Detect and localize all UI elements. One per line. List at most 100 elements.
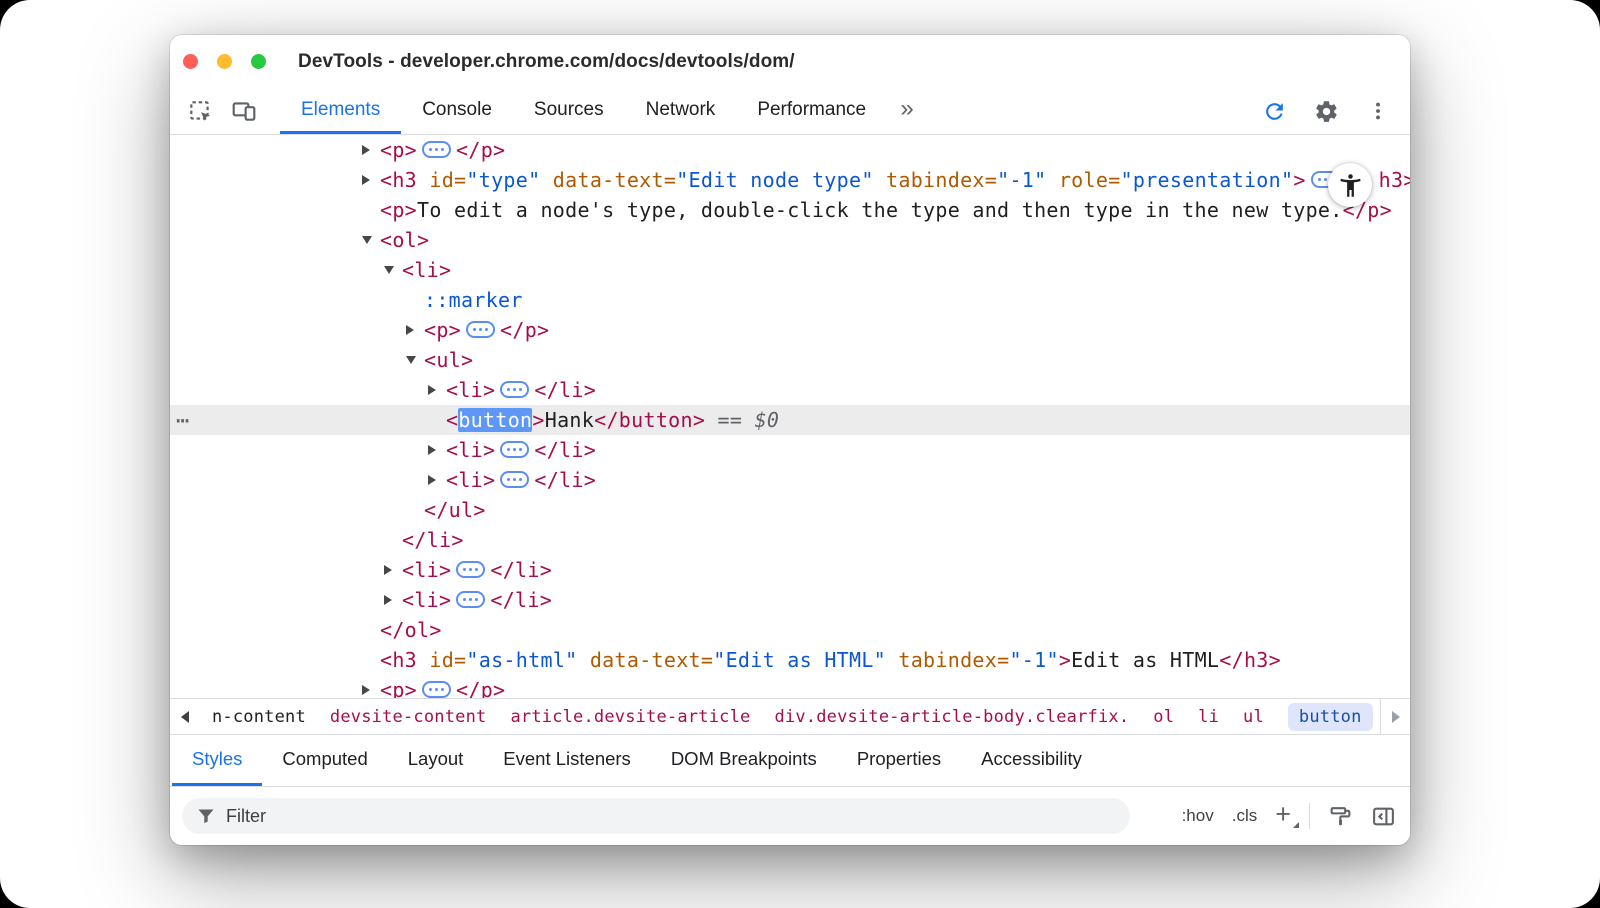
dom-node-row[interactable]: <li> xyxy=(170,255,1410,285)
inline-expand-button[interactable] xyxy=(422,681,451,698)
dom-node-row[interactable]: <li></li> xyxy=(170,435,1410,465)
settings-button[interactable] xyxy=(1304,99,1348,124)
tab-console[interactable]: Console xyxy=(401,88,513,134)
zoom-window-button[interactable] xyxy=(251,54,266,69)
breadcrumb-item-devsite-content[interactable]: devsite-content xyxy=(330,707,487,727)
disclosure-expanded-icon[interactable] xyxy=(362,225,380,255)
breadcrumb-item-div-devsite-article-body-clearfix[interactable]: div.devsite-article-body.clearfix. xyxy=(774,707,1129,727)
inline-expand-button[interactable] xyxy=(456,591,485,608)
traffic-lights xyxy=(170,54,266,69)
disclosure-collapsed-icon[interactable] xyxy=(428,435,446,465)
sidebar-tab-styles[interactable]: Styles xyxy=(172,735,262,786)
disclosure-expanded-icon[interactable] xyxy=(406,345,424,375)
breadcrumb-item-ul[interactable]: ul xyxy=(1243,707,1264,727)
code-token: "type" xyxy=(466,168,540,192)
new-style-rule-button[interactable]: + xyxy=(1275,801,1291,832)
code-token: <p> xyxy=(380,678,417,698)
toggle-element-state-button[interactable]: :hov xyxy=(1182,806,1214,826)
filter-input[interactable]: Filter xyxy=(182,798,1130,834)
tab-network[interactable]: Network xyxy=(625,88,737,134)
dom-node-row[interactable]: <li></li> xyxy=(170,585,1410,615)
dom-node-row[interactable]: <p></p> xyxy=(170,315,1410,345)
tab-performance[interactable]: Performance xyxy=(736,88,887,134)
code-token: </li> xyxy=(534,468,596,492)
sidebar-tab-event-listeners[interactable]: Event Listeners xyxy=(483,735,651,786)
ellipsis-dot xyxy=(473,328,476,331)
toggle-sidebar-button[interactable] xyxy=(1371,804,1396,829)
sidebar-tab-accessibility[interactable]: Accessibility xyxy=(961,735,1102,786)
ellipsis-dot xyxy=(519,388,522,391)
disclosure-collapsed-icon[interactable] xyxy=(384,585,402,615)
breadcrumb: n-content devsite-content article.devsite-… xyxy=(170,698,1410,735)
dom-node-row[interactable]: <li></li> xyxy=(170,375,1410,405)
main-menu-button[interactable] xyxy=(1356,100,1400,122)
breadcrumb-item-ol[interactable]: ol xyxy=(1153,707,1174,727)
code-token: </p> xyxy=(456,138,505,162)
toggle-device-toolbar-button[interactable] xyxy=(222,88,266,134)
rendering-emulation-button[interactable] xyxy=(1328,804,1353,829)
selected-tag-name-highlight[interactable]: button xyxy=(458,408,532,432)
dom-node-row[interactable]: <h3 id="type" data-text="Edit node type"… xyxy=(170,165,1410,195)
dom-node-row[interactable]: </ul> xyxy=(170,495,1410,525)
close-window-button[interactable] xyxy=(183,54,198,69)
dom-node-row[interactable]: <ol> xyxy=(170,225,1410,255)
inline-expand-button[interactable] xyxy=(500,441,529,458)
disclosure-collapsed-icon[interactable] xyxy=(428,375,446,405)
dom-node-row[interactable]: <p></p> xyxy=(170,675,1410,698)
ellipsis-dot xyxy=(1318,178,1321,181)
sidebar-tab-layout[interactable]: Layout xyxy=(388,735,484,786)
accessibility-cursor-badge[interactable] xyxy=(1328,163,1372,207)
disclosure-collapsed-icon[interactable] xyxy=(384,555,402,585)
breadcrumb-item-li[interactable]: li xyxy=(1198,707,1219,727)
sidebar-panel-icon xyxy=(1371,804,1396,829)
minimize-window-button[interactable] xyxy=(217,54,232,69)
breadcrumb-scroll-left-button[interactable] xyxy=(170,699,200,734)
disclosure-expanded-icon[interactable] xyxy=(384,255,402,285)
breadcrumb-item-article-devsite-article[interactable]: article.devsite-article xyxy=(510,707,750,727)
breadcrumb-item-button[interactable]: button xyxy=(1288,703,1373,731)
ellipsis-dot xyxy=(507,388,510,391)
dom-node-row[interactable]: </li> xyxy=(170,525,1410,555)
dom-node-row[interactable]: <p></p> xyxy=(170,135,1410,165)
code-token: tabindex= xyxy=(886,648,1009,672)
code-token: <li> xyxy=(402,588,451,612)
ellipsis-dot xyxy=(435,688,438,691)
tab-elements[interactable]: Elements xyxy=(280,88,401,134)
inline-expand-button[interactable] xyxy=(500,471,529,488)
disclosure-collapsed-icon[interactable] xyxy=(362,135,380,165)
code-token: To edit a node's type, double-click the … xyxy=(417,198,1343,222)
dom-node-row[interactable]: <h3 id="as-html" data-text="Edit as HTML… xyxy=(170,645,1410,675)
inline-expand-button[interactable] xyxy=(422,141,451,158)
dom-node-row[interactable]: <button>Hank</button> == $0… xyxy=(170,405,1410,435)
tab-sources[interactable]: Sources xyxy=(513,88,625,134)
disclosure-collapsed-icon[interactable] xyxy=(362,165,380,195)
inline-expand-button[interactable] xyxy=(500,381,529,398)
sidebar-tab-dom-breakpoints[interactable]: DOM Breakpoints xyxy=(651,735,837,786)
row-options-dots-icon[interactable]: … xyxy=(176,401,190,431)
more-tabs-button[interactable]: » xyxy=(887,88,927,134)
dom-node-row[interactable]: </ol> xyxy=(170,615,1410,645)
disclosure-collapsed-icon[interactable] xyxy=(362,675,380,698)
dom-node-row[interactable]: ::marker xyxy=(170,285,1410,315)
code-token: <h3 xyxy=(380,168,417,192)
disclosure-collapsed-icon[interactable] xyxy=(428,465,446,495)
code-token: role= xyxy=(1046,168,1120,192)
code-token: </h3> xyxy=(1219,648,1281,672)
dom-node-row[interactable]: <li></li> xyxy=(170,465,1410,495)
sidebar-tab-computed[interactable]: Computed xyxy=(262,735,387,786)
disclosure-collapsed-icon[interactable] xyxy=(406,315,424,345)
sidebar-tab-properties[interactable]: Properties xyxy=(837,735,961,786)
inline-expand-button[interactable] xyxy=(466,321,495,338)
inline-expand-button[interactable] xyxy=(456,561,485,578)
ellipsis-dot xyxy=(507,478,510,481)
dom-node-row[interactable]: <p>To edit a node's type, double-click t… xyxy=(170,195,1410,225)
dom-node-row[interactable]: <li></li> xyxy=(170,555,1410,585)
breadcrumb-item-n-content[interactable]: n-content xyxy=(212,707,306,727)
inspect-element-button[interactable] xyxy=(178,88,222,134)
breadcrumb-scroll-right-button[interactable] xyxy=(1380,699,1410,734)
ellipsis-dot xyxy=(441,148,444,151)
reload-required-button[interactable] xyxy=(1252,99,1296,124)
element-classes-button[interactable]: .cls xyxy=(1232,806,1258,826)
dom-node-row[interactable]: <ul> xyxy=(170,345,1410,375)
devtools-panel-tabs: ElementsConsoleSourcesNetworkPerformance xyxy=(280,88,887,134)
